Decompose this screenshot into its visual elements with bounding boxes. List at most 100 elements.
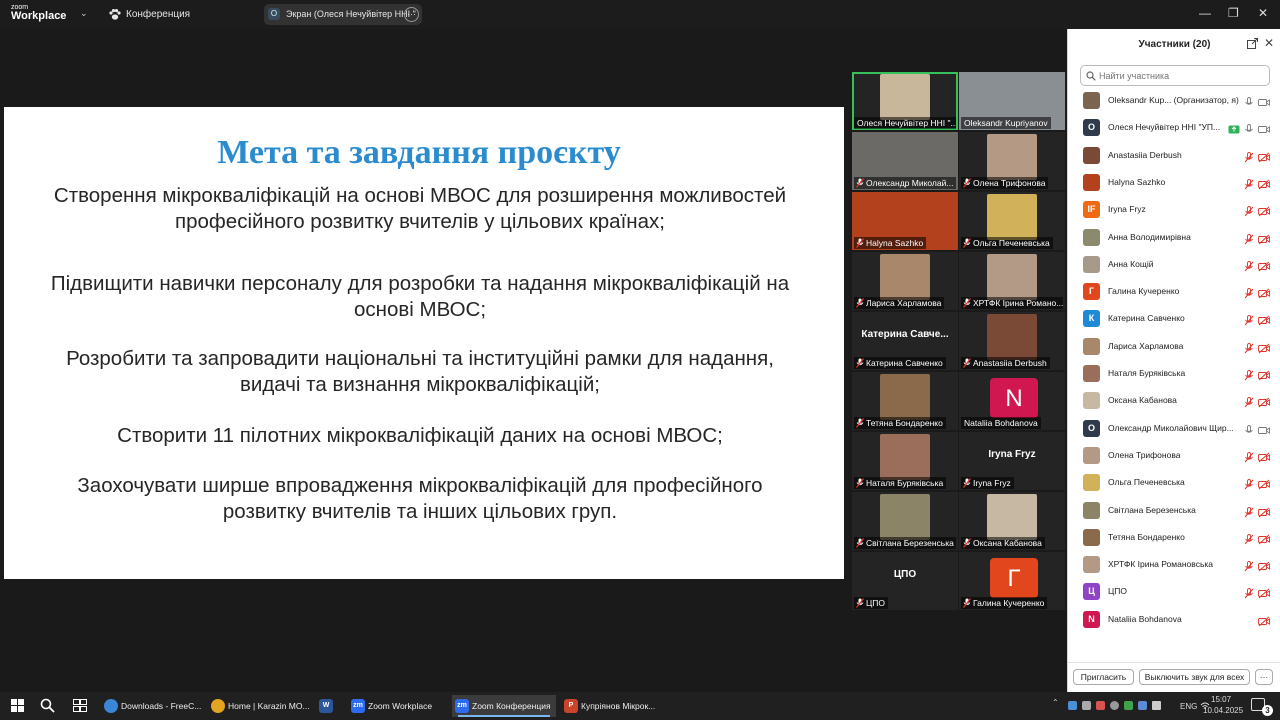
camera-off-icon[interactable]	[1258, 395, 1270, 408]
video-tile[interactable]: Тетяна Бондаренко	[852, 372, 958, 430]
taskbar-app[interactable]: zm Zoom Workplace	[348, 695, 444, 717]
microphone-icon[interactable]	[1243, 95, 1255, 106]
mic-muted-icon[interactable]	[1243, 586, 1255, 599]
camera-off-icon[interactable]	[1258, 232, 1270, 244]
participant-row[interactable]: Anastasiia Derbush	[1068, 142, 1280, 169]
mute-all-button[interactable]: Выключить звук для всех	[1139, 669, 1250, 685]
camera-icon[interactable]	[1258, 122, 1270, 134]
system-tray-icons[interactable]	[1068, 701, 1176, 711]
camera-off-icon[interactable]	[1258, 259, 1270, 272]
network-icon[interactable]	[1068, 701, 1077, 710]
tray-app-icon[interactable]	[1096, 701, 1105, 710]
taskbar-app[interactable]: P Купріянов Мікрок...	[561, 695, 665, 717]
tray-app-icon[interactable]	[1138, 701, 1147, 710]
participant-row[interactable]: Наталя Буряківська	[1068, 360, 1280, 387]
mic-muted-icon[interactable]	[1243, 477, 1255, 490]
participant-row[interactable]: Тетяна Бондаренко	[1068, 524, 1280, 551]
mic-muted-icon[interactable]	[1243, 559, 1255, 572]
participant-row[interactable]: Ольга Печеневська	[1068, 469, 1280, 496]
video-tile[interactable]: Олександр Миколай...	[852, 132, 958, 190]
microphone-icon[interactable]	[1243, 423, 1255, 434]
video-tile[interactable]: Iryna Fryz Iryna Fryz	[959, 432, 1065, 490]
participant-row[interactable]: ХРТФК Ірина Романовська	[1068, 551, 1280, 578]
mic-muted-icon[interactable]	[1243, 341, 1255, 354]
participant-row[interactable]: Анна Володимирівна	[1068, 224, 1280, 251]
tray-app-icon[interactable]	[1124, 701, 1133, 710]
participant-row[interactable]: Лариса Харламова	[1068, 333, 1280, 360]
mic-muted-icon[interactable]	[1243, 177, 1255, 190]
video-tile[interactable]: Г Галина Кучеренко	[959, 552, 1065, 610]
taskbar-app[interactable]: Downloads - FreeC...	[101, 695, 201, 717]
video-tile[interactable]: ХРТФК Ірина Романо...	[959, 252, 1065, 310]
participant-row[interactable]: Анна Кощій	[1068, 251, 1280, 278]
mic-muted-icon[interactable]	[1243, 505, 1255, 517]
invite-button[interactable]: Пригласить	[1073, 669, 1134, 685]
meeting-title[interactable]: Конференция	[126, 9, 190, 20]
participant-row[interactable]: Оксана Кабанова	[1068, 387, 1280, 414]
camera-off-icon[interactable]	[1258, 532, 1270, 545]
participant-row[interactable]: Г Галина Кучеренко	[1068, 278, 1280, 305]
language-indicator[interactable]: ENG	[1180, 702, 1197, 711]
video-tile[interactable]: Світлана Березенська	[852, 492, 958, 550]
windows-start-icon[interactable]	[11, 699, 24, 712]
pop-out-icon[interactable]	[1247, 38, 1258, 49]
close-panel-icon[interactable]: ✕	[1264, 36, 1274, 50]
camera-off-icon[interactable]	[1258, 341, 1270, 354]
mic-muted-icon[interactable]	[1243, 532, 1255, 545]
clock-time[interactable]: 15:07	[1211, 695, 1231, 704]
camera-off-icon[interactable]	[1258, 559, 1270, 572]
camera-off-icon[interactable]	[1258, 477, 1270, 490]
camera-off-icon[interactable]	[1258, 368, 1270, 381]
camera-off-icon[interactable]	[1258, 286, 1270, 299]
tray-app-icon[interactable]	[1110, 701, 1119, 710]
video-tile[interactable]: Ольга Печеневська	[959, 192, 1065, 250]
search-input[interactable]	[1099, 68, 1264, 83]
microphone-icon[interactable]	[1243, 122, 1255, 133]
participant-row[interactable]: Олена Трифонова	[1068, 442, 1280, 469]
close-button[interactable]: ✕	[1258, 6, 1268, 20]
taskbar-app[interactable]: Home | Karazin MO...	[208, 695, 310, 717]
chevron-down-icon[interactable]: ⌄	[80, 8, 88, 19]
camera-off-icon[interactable]	[1258, 313, 1270, 326]
mic-muted-icon[interactable]	[1243, 450, 1255, 463]
video-tile[interactable]: Anastasiia Derbush	[959, 312, 1065, 370]
video-tile[interactable]: Halyna Sazhko	[852, 192, 958, 250]
camera-icon[interactable]	[1258, 95, 1270, 106]
mic-muted-icon[interactable]	[1243, 150, 1255, 162]
mic-muted-icon[interactable]	[1243, 395, 1255, 408]
video-tile[interactable]: Наталя Буряківська	[852, 432, 958, 490]
minimize-button[interactable]: —	[1199, 6, 1211, 20]
tray-app-icon[interactable]	[1082, 701, 1091, 710]
camera-off-icon[interactable]	[1258, 614, 1270, 627]
clock-date[interactable]: 10.04.2025	[1203, 706, 1243, 715]
participant-row[interactable]: К Катерина Савченко	[1068, 305, 1280, 332]
participant-row[interactable]: N Nataliia Bohdanova	[1068, 606, 1280, 633]
video-tile[interactable]: Олена Трифонова	[959, 132, 1065, 190]
mic-muted-icon[interactable]	[1243, 259, 1255, 272]
mic-muted-icon[interactable]	[1243, 286, 1255, 299]
camera-off-icon[interactable]	[1258, 204, 1270, 217]
participant-row[interactable]: Halyna Sazhko	[1068, 169, 1280, 196]
more-button[interactable]: ···	[1255, 669, 1273, 685]
taskbar-app[interactable]: zm Zoom Конференция	[452, 695, 556, 717]
mic-muted-icon[interactable]	[1243, 368, 1255, 381]
mic-muted-icon[interactable]	[1243, 313, 1255, 326]
video-tile[interactable]: Oleksandr Kupriyanov	[959, 72, 1065, 130]
camera-icon[interactable]	[1258, 423, 1270, 434]
video-tile[interactable]: Катерина Савче... Катерина Савченко	[852, 312, 958, 370]
shared-screen-area[interactable]: Мета та завдання проєкту Створення мікро…	[0, 29, 848, 692]
tray-expand-icon[interactable]: ⌃	[1052, 698, 1059, 707]
participant-row[interactable]: Світлана Березенська	[1068, 497, 1280, 524]
zoom-logo[interactable]: zoom Workplace	[11, 4, 66, 22]
restore-button[interactable]: ❐	[1228, 6, 1239, 20]
participant-row[interactable]: Oleksandr Kup... (Организатор, я)	[1068, 87, 1280, 114]
search-icon[interactable]	[40, 698, 55, 713]
video-tile[interactable]: Оксана Кабанова	[959, 492, 1065, 550]
battery-icon[interactable]	[1152, 701, 1161, 710]
share-indicator[interactable]: О Экран (Олеся Нечуйвітер ННІ " ···	[264, 4, 422, 25]
video-tile[interactable]: Олеся Нечуйвітер ННІ "...	[852, 72, 958, 130]
participant-row[interactable]: IF Iryna Fryz	[1068, 196, 1280, 223]
mic-muted-icon[interactable]	[1243, 232, 1255, 244]
participant-row[interactable]: О Олеся Нечуйвітер ННІ "УП...	[1068, 114, 1280, 141]
taskbar-app[interactable]: W	[316, 695, 338, 717]
